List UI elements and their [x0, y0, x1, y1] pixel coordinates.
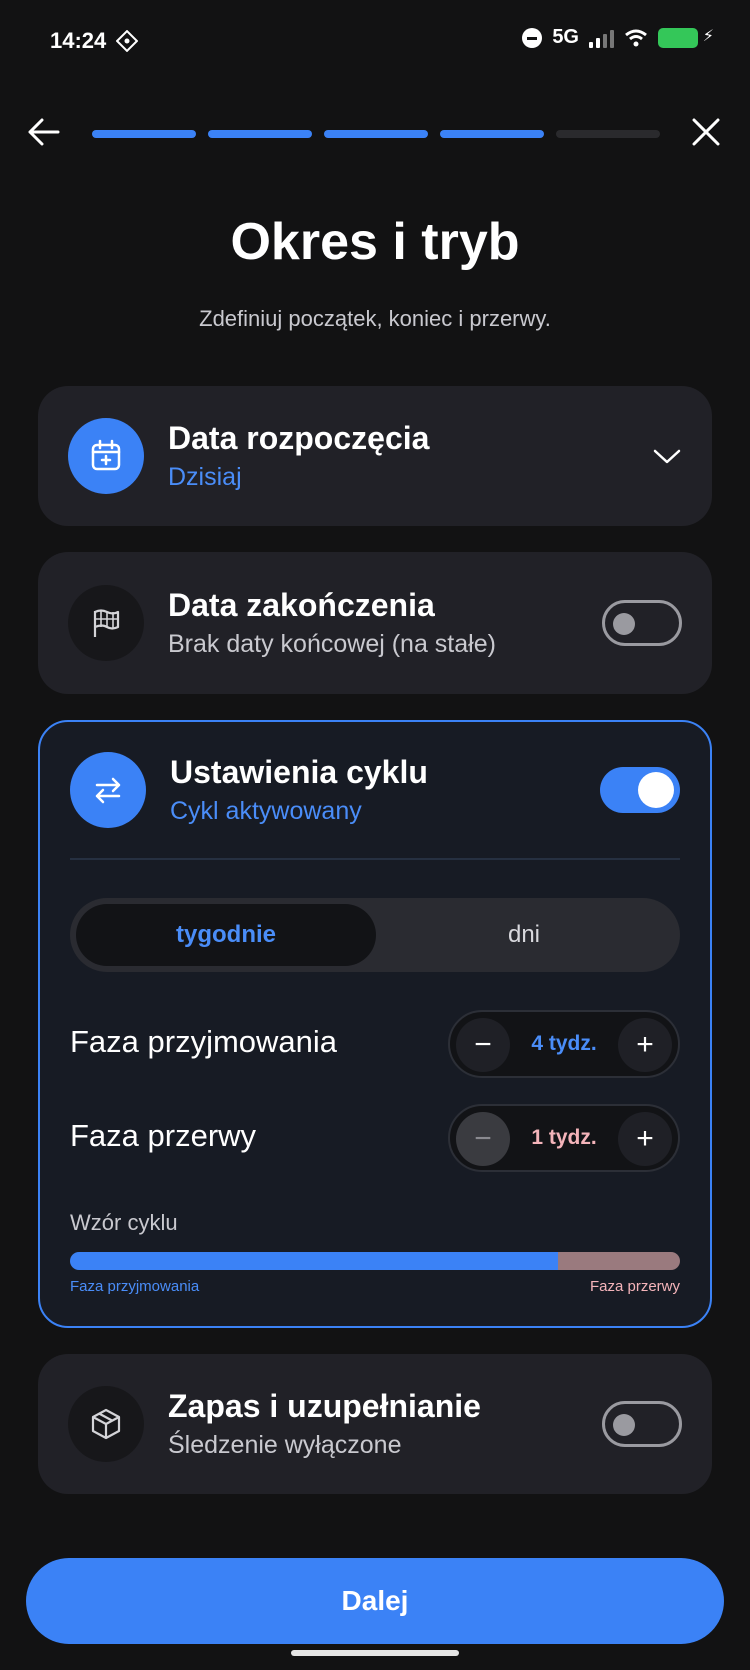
intake-increment-button[interactable]: + — [618, 1018, 672, 1072]
break-increment-button[interactable]: + — [618, 1112, 672, 1166]
intake-decrement-button[interactable]: − — [456, 1018, 510, 1072]
break-phase-label: Faza przerwy — [70, 1118, 257, 1153]
flag-icon-badge — [68, 585, 144, 661]
app-notification-icon — [116, 30, 138, 52]
start-date-title: Data rozpoczęcia — [168, 420, 430, 456]
swap-icon-badge — [70, 752, 146, 828]
page-subtitle: Zdefiniuj początek, koniec i przerwy. — [199, 306, 551, 331]
home-indicator — [291, 1650, 459, 1656]
cycle-settings-card: Ustawienia cyklu Cykl aktywowany tygodni… — [38, 720, 712, 1328]
do-not-disturb-icon — [522, 27, 543, 48]
break-value: 1 tydz. — [531, 1126, 597, 1149]
unit-segmented-control: tygodnie dni — [70, 898, 680, 972]
legend-intake: Faza przyjmowania — [70, 1278, 200, 1295]
end-date-toggle[interactable] — [602, 600, 682, 646]
chevron-down-icon[interactable] — [652, 446, 682, 466]
stock-title: Zapas i uzupełnianie — [168, 1388, 481, 1424]
step-progress — [92, 130, 660, 138]
pattern-intake-segment — [70, 1252, 558, 1270]
network-type: 5G — [552, 26, 579, 48]
intake-value: 4 tydz. — [531, 1032, 597, 1055]
intake-stepper: − 4 tydz. + — [448, 1010, 680, 1078]
swap-arrows-icon — [95, 777, 121, 804]
back-arrow-icon[interactable] — [26, 114, 62, 150]
page-title: Okres i tryb — [230, 213, 520, 271]
cycle-pattern-label: Wzór cyklu — [70, 1210, 178, 1235]
end-date-title: Data zakończenia — [168, 587, 435, 623]
divider — [70, 858, 680, 860]
status-time: 14:24 — [50, 28, 107, 53]
tab-weeks[interactable]: tygodnie — [76, 904, 376, 966]
legend-break: Faza przerwy — [589, 1278, 680, 1295]
next-button[interactable]: Dalej — [26, 1558, 724, 1644]
stock-toggle[interactable] — [602, 1401, 682, 1447]
cycle-pattern-bar — [70, 1252, 680, 1270]
progress-segment — [208, 130, 312, 138]
start-date-card[interactable]: Data rozpoczęcia Dzisiaj — [38, 386, 712, 526]
battery-icon — [658, 26, 714, 48]
end-date-card: Data zakończenia Brak daty końcowej (na … — [38, 552, 712, 694]
calendar-icon — [91, 439, 121, 471]
end-date-value: Brak daty końcowej (na stałe) — [168, 630, 496, 658]
progress-segment — [440, 130, 544, 138]
wifi-icon — [625, 29, 647, 46]
cycle-title: Ustawienia cyklu — [170, 754, 428, 790]
stock-value: Śledzenie wyłączone — [168, 1431, 402, 1459]
intake-phase-label: Faza przyjmowania — [70, 1024, 338, 1059]
box-icon-badge — [68, 1386, 144, 1462]
start-date-value: Dzisiaj — [168, 463, 242, 491]
calendar-icon-badge — [68, 418, 144, 494]
close-icon[interactable] — [690, 116, 722, 148]
stock-card: Zapas i uzupełnianie Śledzenie wyłączone — [38, 1354, 712, 1494]
progress-segment — [92, 130, 196, 138]
break-stepper: − 1 tydz. + — [448, 1104, 680, 1172]
package-icon — [91, 1408, 121, 1440]
progress-segment — [556, 130, 660, 138]
signal-icon — [589, 28, 614, 48]
status-indicators: 5G — [522, 26, 714, 49]
cycle-status: Cykl aktywowany — [170, 797, 362, 825]
flag-icon — [93, 609, 120, 637]
pattern-break-segment — [558, 1252, 680, 1270]
progress-segment — [324, 130, 428, 138]
cycle-toggle[interactable] — [600, 767, 680, 813]
cycle-pattern-legend: Faza przyjmowania Faza przerwy — [70, 1278, 680, 1295]
tab-days[interactable]: dni — [374, 904, 674, 966]
break-decrement-button[interactable]: − — [456, 1112, 510, 1166]
